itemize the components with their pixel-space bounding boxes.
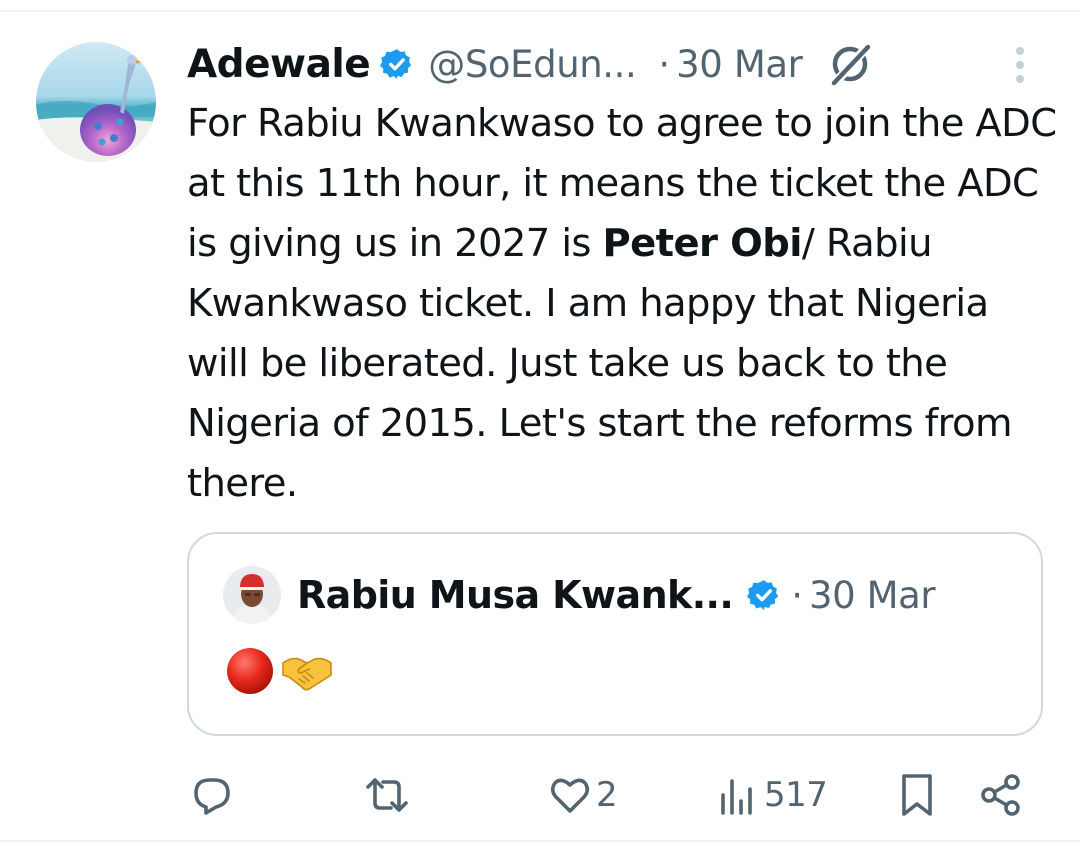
views-count: 517: [764, 775, 828, 815]
tweet-header: Adewale @SoEdun... · 30 Mar: [187, 36, 1047, 92]
red-circle-emoji: [227, 648, 273, 694]
quoted-author-avatar[interactable]: [223, 566, 281, 624]
heart-icon: [550, 778, 590, 813]
bookmark-icon: [902, 774, 932, 816]
peacock-avatar-image: [36, 42, 156, 162]
tweet-text: For Rabiu Kwankwaso to agree to join the…: [187, 94, 1057, 514]
tweet-action-bar: 2 517: [0, 760, 1080, 830]
header-separator: ·: [658, 42, 671, 86]
share-icon: [981, 774, 1020, 816]
like-button[interactable]: 2: [548, 760, 618, 830]
tweet-text-bold: Peter Obi: [602, 221, 803, 266]
quoted-tweet-header: Rabiu Musa Kwank... · 30 Mar: [297, 567, 936, 623]
more-vertical-icon[interactable]: [1012, 44, 1028, 86]
quoted-tweet-text: [225, 646, 333, 696]
views-button[interactable]: 517: [718, 760, 828, 830]
share-button[interactable]: [978, 760, 1024, 830]
verified-badge-icon: [747, 580, 779, 610]
bottom-divider: [0, 840, 1080, 842]
quoted-avatar-image: [223, 566, 281, 624]
retweet-button[interactable]: [362, 760, 416, 830]
grok-icon[interactable]: [826, 40, 874, 88]
author-handle[interactable]: @SoEdun...: [428, 43, 637, 86]
bookmark-button[interactable]: [898, 760, 936, 830]
tweet-date[interactable]: 30 Mar: [676, 43, 803, 86]
like-count: 2: [596, 775, 618, 815]
views-chart-icon: [721, 779, 752, 815]
reply-icon: [194, 778, 230, 815]
reply-button[interactable]: [190, 760, 238, 830]
retweet-icon: [366, 778, 408, 812]
handshake-emoji: [282, 657, 332, 691]
quoted-author-name[interactable]: Rabiu Musa Kwank...: [297, 573, 734, 617]
verified-badge-icon: [380, 49, 412, 79]
quoted-tweet-date[interactable]: 30 Mar: [809, 574, 936, 617]
quoted-header-separator: ·: [791, 573, 803, 617]
author-name[interactable]: Adewale: [187, 42, 371, 87]
author-avatar[interactable]: [36, 42, 156, 162]
quoted-tweet-card[interactable]: Rabiu Musa Kwank... · 30 Mar: [187, 532, 1043, 736]
top-divider: [0, 10, 1080, 12]
